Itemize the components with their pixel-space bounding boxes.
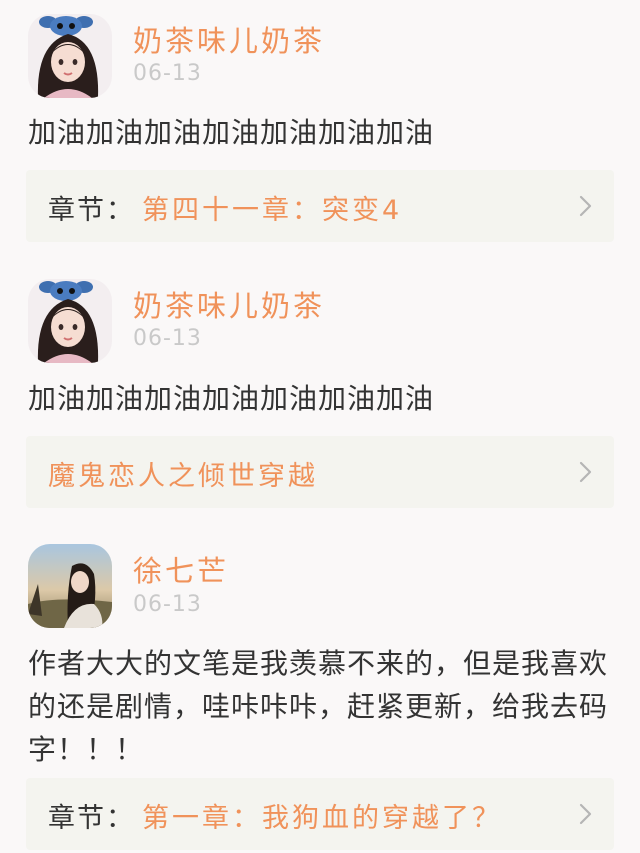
chapter-title: 第一章：我狗血的穿越了？ bbox=[142, 803, 502, 834]
user-avatar[interactable] bbox=[28, 544, 112, 628]
chevron-right-icon bbox=[579, 803, 592, 825]
comment-text: 作者大大的文笔是我羡慕不来的，但是我喜欢的还是剧情，哇咔咔咔，赶紧更新，给我去码… bbox=[28, 647, 609, 766]
chapter-link-card[interactable]: 章节： 第一章：我狗血的穿越了？ bbox=[26, 778, 614, 850]
comment-item: 徐七芒 06-13 作者大大的文笔是我羡慕不来的，但是我喜欢的还是剧情，哇咔咔咔… bbox=[0, 0, 640, 853]
chapter-prefix: 章节： bbox=[48, 803, 135, 834]
comment-date: 06-13 bbox=[133, 592, 202, 617]
username[interactable]: 徐七芒 bbox=[133, 548, 229, 590]
girl-photo-avatar-icon bbox=[28, 544, 112, 628]
